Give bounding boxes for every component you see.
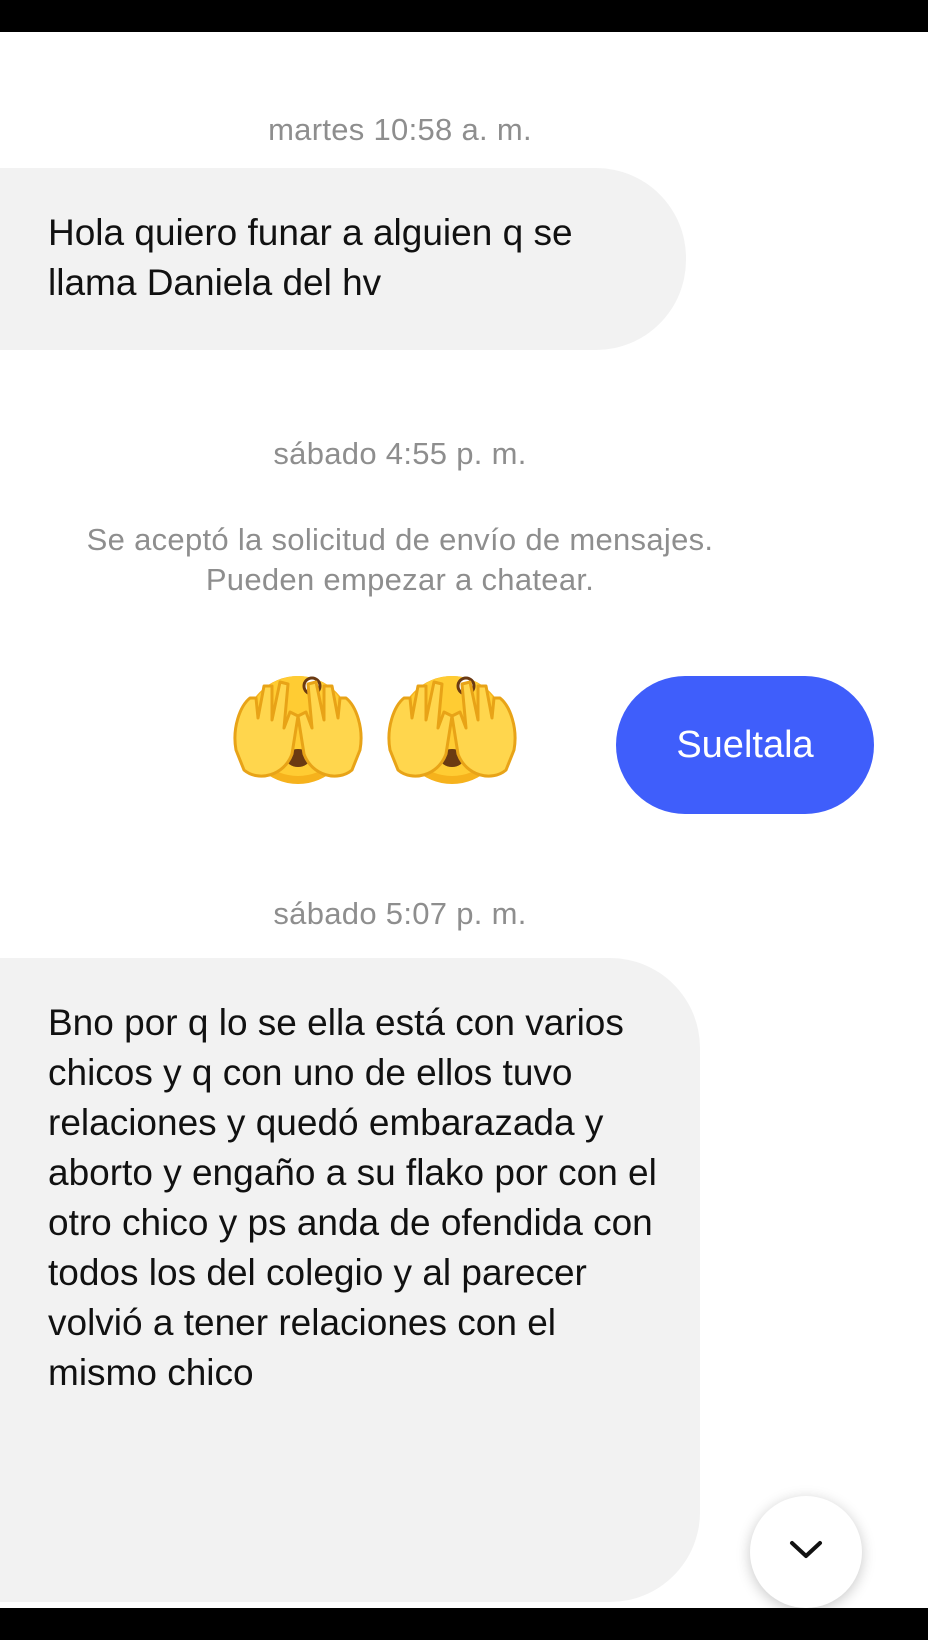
see-no-evil-emoji-icon — [382, 658, 522, 788]
timestamp: sábado 5:07 p. m. — [273, 896, 527, 931]
scroll-to-bottom-button[interactable] — [750, 1496, 862, 1608]
incoming-message-bubble[interactable]: Bno por q lo se ella está con varios chi… — [0, 958, 700, 1602]
outgoing-message-bubble[interactable]: Sueltala — [616, 676, 874, 814]
see-no-evil-emoji-icon — [228, 658, 368, 788]
message-text: Sueltala — [676, 724, 814, 766]
chevron-down-icon — [788, 1539, 824, 1566]
timestamp: martes 10:58 a. m. — [268, 112, 532, 147]
timestamp: sábado 4:55 p. m. — [273, 436, 527, 471]
chat-thread[interactable]: martes 10:58 a. m. Hola quiero funar a a… — [0, 32, 928, 1608]
incoming-message-bubble[interactable]: Hola quiero funar a alguien q se llama D… — [0, 168, 686, 350]
system-note: Se aceptó la solicitud de envío de mensa… — [86, 522, 714, 597]
emoji-message[interactable] — [228, 658, 522, 788]
message-text: Hola quiero funar a alguien q se llama D… — [48, 212, 573, 303]
message-text: Bno por q lo se ella está con varios chi… — [48, 1002, 657, 1393]
